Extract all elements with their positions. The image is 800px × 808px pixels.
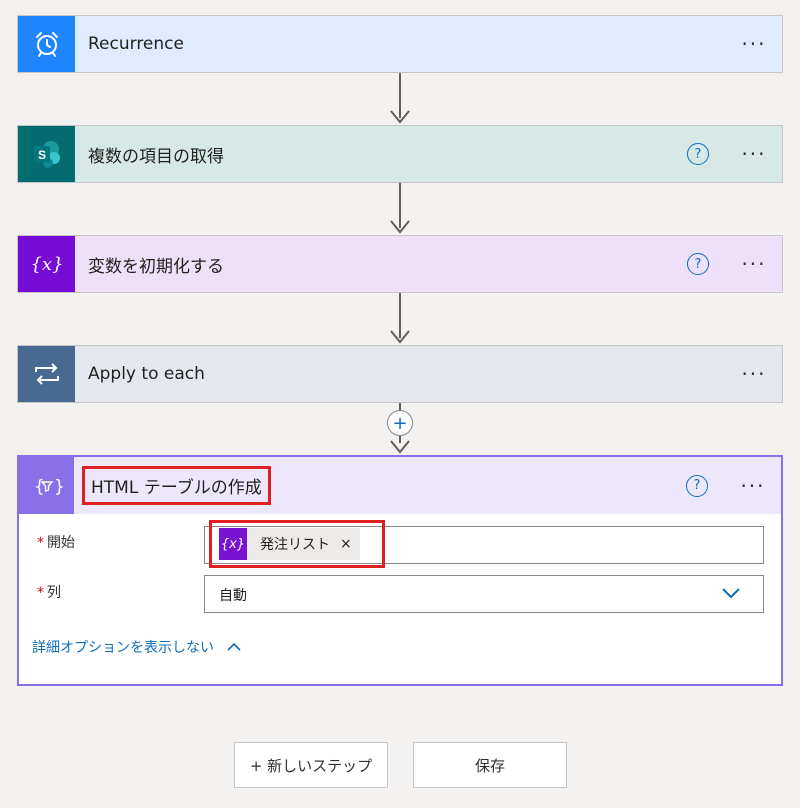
more-options-button[interactable]: ···	[739, 252, 769, 276]
token-label: 発注リスト	[260, 537, 330, 553]
svg-text:S: S	[37, 148, 45, 162]
from-token-highlight: {x} 発注リスト ×	[209, 520, 385, 568]
arrow-down-icon	[390, 440, 410, 454]
step-get-items[interactable]: S 複数の項目の取得 ? ···	[17, 125, 783, 183]
step-title: Recurrence	[88, 34, 184, 54]
insert-step-button[interactable]: +	[387, 410, 413, 436]
chevron-up-icon	[227, 642, 241, 651]
svg-text:}: }	[54, 477, 63, 497]
more-options-button[interactable]: ···	[738, 474, 768, 498]
help-icon[interactable]: ?	[687, 143, 709, 165]
step-title: 複数の項目の取得	[88, 146, 224, 167]
columns-select[interactable]: 自動	[204, 575, 764, 613]
arrow-down-icon	[390, 330, 410, 344]
variable-icon: {x}	[219, 528, 247, 560]
loop-icon	[18, 346, 75, 402]
more-options-button[interactable]: ···	[739, 362, 769, 386]
step-title: 変数を初期化する	[88, 256, 224, 277]
step-initialize-variable[interactable]: {x} 変数を初期化する ? ···	[17, 235, 783, 293]
help-icon[interactable]: ?	[687, 253, 709, 275]
svg-text:{x}: {x}	[30, 254, 63, 275]
data-operation-icon: { }	[19, 457, 74, 514]
hide-advanced-options-link[interactable]: 詳細オプションを表示しない	[32, 637, 242, 657]
help-icon[interactable]: ?	[686, 474, 708, 497]
save-button[interactable]: 保存	[413, 742, 567, 788]
more-options-button[interactable]: ···	[739, 142, 769, 166]
action-header[interactable]: { } HTML テーブルの作成 ? ···	[19, 457, 781, 514]
remove-token-icon[interactable]: ×	[330, 536, 352, 552]
step-apply-to-each[interactable]: Apply to each ···	[17, 345, 783, 403]
columns-label: * 列	[37, 585, 61, 601]
more-options-button[interactable]: ···	[739, 32, 769, 56]
alarm-clock-icon	[18, 16, 75, 72]
step-recurrence[interactable]: Recurrence ···	[17, 15, 783, 73]
action-title[interactable]: HTML テーブルの作成	[82, 466, 271, 505]
variable-icon: {x}	[18, 236, 75, 292]
dynamic-content-token[interactable]: {x} 発注リスト ×	[219, 528, 360, 560]
step-title: Apply to each	[88, 364, 205, 384]
new-step-button[interactable]: + 新しいステップ	[234, 742, 388, 788]
action-create-html-table: { } HTML テーブルの作成 ? ··· *開始 {x} 発注リスト × *…	[17, 455, 783, 686]
arrow-down-icon	[390, 110, 410, 124]
arrow-down-icon	[390, 220, 410, 234]
chevron-down-icon	[722, 588, 740, 599]
sharepoint-icon: S	[18, 126, 75, 182]
svg-text:{: {	[34, 477, 45, 497]
plus-icon: +	[392, 412, 408, 434]
columns-value: 自動	[219, 588, 247, 604]
from-label: * 開始	[37, 535, 75, 551]
